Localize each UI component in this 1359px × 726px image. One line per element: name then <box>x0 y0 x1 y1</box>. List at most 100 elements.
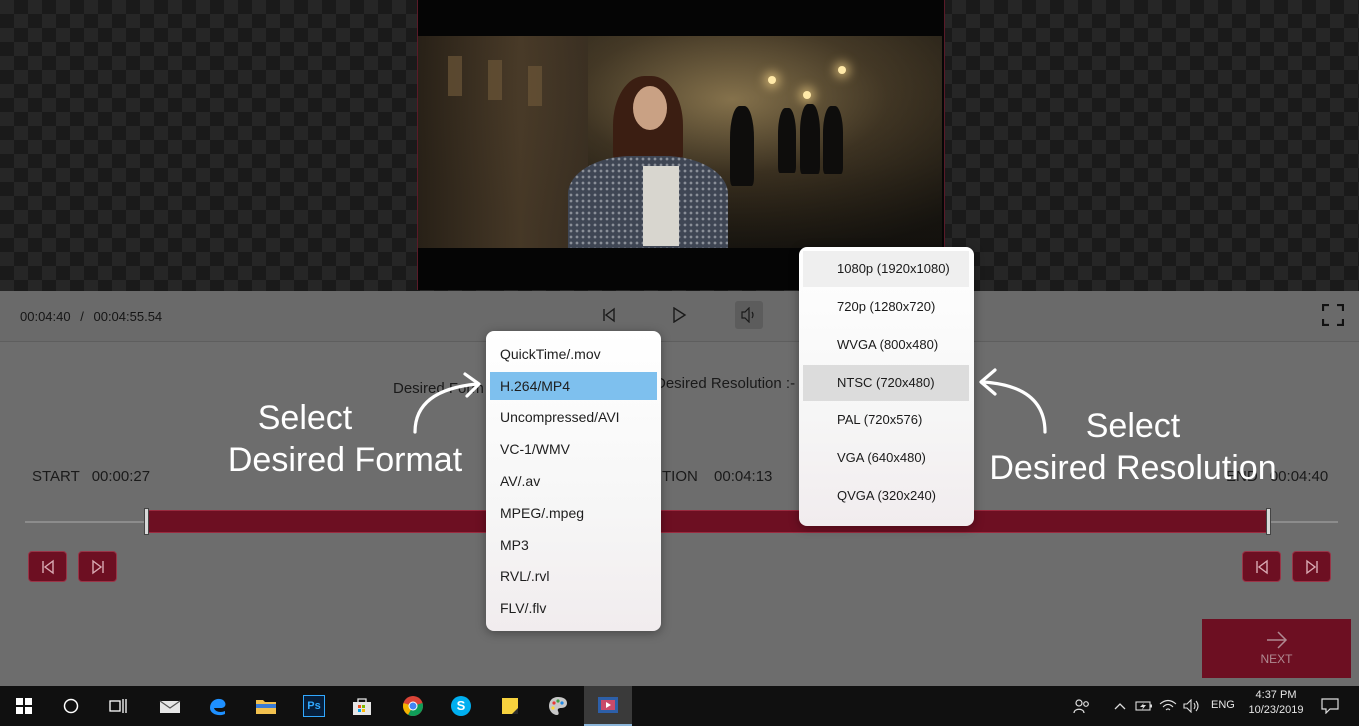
skip-back-button[interactable] <box>595 301 623 329</box>
mail-icon <box>159 700 181 713</box>
taskbar-store[interactable] <box>338 686 386 726</box>
resolution-option[interactable]: 1080p (1920x1080) <box>803 251 969 287</box>
windows-taskbar: Ps S ENG 4:37 PM 10/23/2019 <box>0 686 1359 726</box>
skip-back-icon <box>1255 559 1268 574</box>
resolution-dropdown-list[interactable]: 1080p (1920x1080) 720p (1280x720) WVGA (… <box>799 247 974 526</box>
resolution-option[interactable]: PAL (720x576) <box>803 402 969 438</box>
taskbar-skype[interactable]: S <box>437 686 485 726</box>
playback-time: 00:04:40 / 00:04:55.54 <box>20 309 162 324</box>
tray-people-button[interactable] <box>1064 686 1100 726</box>
format-option[interactable]: MP3 <box>490 531 657 559</box>
end-step-forward-button[interactable] <box>1292 551 1331 582</box>
play-button[interactable] <box>665 301 693 329</box>
paint-palette-icon <box>549 697 567 715</box>
action-center-button[interactable] <box>1310 686 1350 726</box>
arrow-right-icon <box>1267 631 1288 649</box>
chevron-up-icon <box>1114 703 1126 710</box>
format-callout-line1: Select <box>257 399 353 437</box>
start-button[interactable] <box>0 686 48 726</box>
fullscreen-icon <box>1322 304 1344 326</box>
timeline-start-handle[interactable] <box>144 508 149 535</box>
format-dropdown-list[interactable]: QuickTime/.mov H.264/MP4 Uncompressed/AV… <box>486 331 661 631</box>
format-option[interactable]: FLV/.flv <box>490 594 657 622</box>
start-step-forward-button[interactable] <box>78 551 117 582</box>
total-time: 00:04:55.54 <box>93 309 163 324</box>
video-woman-face <box>633 86 667 130</box>
resolution-callout-line2: Desired Resolution <box>989 449 1277 487</box>
taskbar-file-explorer[interactable] <box>242 686 290 726</box>
input-language[interactable]: ENG <box>1211 699 1235 711</box>
video-pedestrian <box>778 108 796 173</box>
taskbar-chrome[interactable] <box>389 686 437 726</box>
video-window <box>488 60 502 100</box>
format-callout-arrow-icon <box>413 372 481 434</box>
photoshop-icon: Ps <box>303 695 325 717</box>
format-option[interactable]: VC-1/WMV <box>490 435 657 463</box>
skype-icon: S <box>451 696 471 716</box>
current-time: 00:04:40 <box>20 309 71 324</box>
sticky-notes-icon <box>502 698 518 714</box>
format-option[interactable]: MPEG/.mpeg <box>490 499 657 527</box>
skip-back-icon <box>41 559 54 574</box>
format-option[interactable]: Uncompressed/AVI <box>490 403 657 431</box>
resolution-option-selected[interactable]: NTSC (720x480) <box>803 365 969 401</box>
desired-resolution-label: Desired Resolution :- <box>655 375 796 392</box>
tray-network[interactable] <box>1156 686 1180 726</box>
clock-time: 4:37 PM <box>1255 689 1297 701</box>
tray-volume[interactable] <box>1180 686 1204 726</box>
format-option[interactable]: RVL/.rvl <box>490 562 657 590</box>
task-view-button[interactable] <box>94 686 142 726</box>
skip-back-icon <box>603 307 615 323</box>
format-callout-line2: Desired Format <box>227 441 463 479</box>
taskbar-mail[interactable] <box>146 686 194 726</box>
fullscreen-button[interactable] <box>1319 301 1347 329</box>
format-option-selected[interactable]: H.264/MP4 <box>490 372 657 400</box>
skip-forward-icon <box>91 559 104 574</box>
next-label: NEXT <box>1260 652 1293 666</box>
start-label: START 00:00:27 <box>32 468 150 485</box>
cortana-circle-icon <box>63 698 79 714</box>
format-option[interactable]: AV/.av <box>490 467 657 495</box>
resolution-callout-arrow-icon <box>979 368 1047 434</box>
start-step-back-button[interactable] <box>28 551 67 582</box>
skip-forward-icon <box>1305 559 1318 574</box>
task-view-icon <box>109 699 127 713</box>
tray-show-hidden-button[interactable] <box>1108 686 1132 726</box>
windows-logo-icon <box>16 698 32 714</box>
resolution-option[interactable]: WVGA (800x480) <box>803 327 969 363</box>
video-window <box>528 66 542 106</box>
resolution-option[interactable]: 720p (1280x720) <box>803 289 969 325</box>
folder-icon <box>256 700 276 714</box>
taskbar-edge[interactable] <box>194 686 242 726</box>
video-app-icon <box>598 697 618 713</box>
video-street-light <box>803 91 811 99</box>
video-street-light <box>838 66 846 74</box>
video-street-light <box>768 76 776 84</box>
edge-browser-icon <box>210 698 226 716</box>
chrome-icon <box>403 696 423 717</box>
video-preview-image <box>418 36 942 248</box>
next-button[interactable]: NEXT <box>1202 619 1351 678</box>
taskbar-active-app[interactable] <box>584 686 632 726</box>
search-button[interactable] <box>47 686 95 726</box>
people-icon <box>1073 699 1089 714</box>
timeline-end-handle[interactable] <box>1266 508 1271 535</box>
tray-battery[interactable] <box>1132 686 1156 726</box>
format-option[interactable]: QuickTime/.mov <box>490 340 657 368</box>
timeline-selected-range[interactable] <box>146 510 1269 533</box>
start-text: START <box>32 468 80 485</box>
play-icon <box>673 307 687 323</box>
taskbar-paint[interactable] <box>534 686 582 726</box>
volume-button[interactable] <box>735 301 763 329</box>
speaker-icon <box>1183 699 1199 713</box>
taskbar-photoshop[interactable]: Ps <box>290 686 338 726</box>
duration-text: TION <box>662 468 698 485</box>
end-step-back-button[interactable] <box>1242 551 1281 582</box>
taskbar-clock[interactable]: 4:37 PM 10/23/2019 <box>1244 689 1308 716</box>
taskbar-sticky-notes[interactable] <box>486 686 534 726</box>
resolution-option[interactable]: QVGA (320x240) <box>803 478 969 514</box>
store-bag-icon <box>353 698 371 715</box>
duration-time: 00:04:13 <box>714 468 773 485</box>
resolution-option[interactable]: VGA (640x480) <box>803 440 969 476</box>
video-woman-shirt <box>643 166 679 246</box>
